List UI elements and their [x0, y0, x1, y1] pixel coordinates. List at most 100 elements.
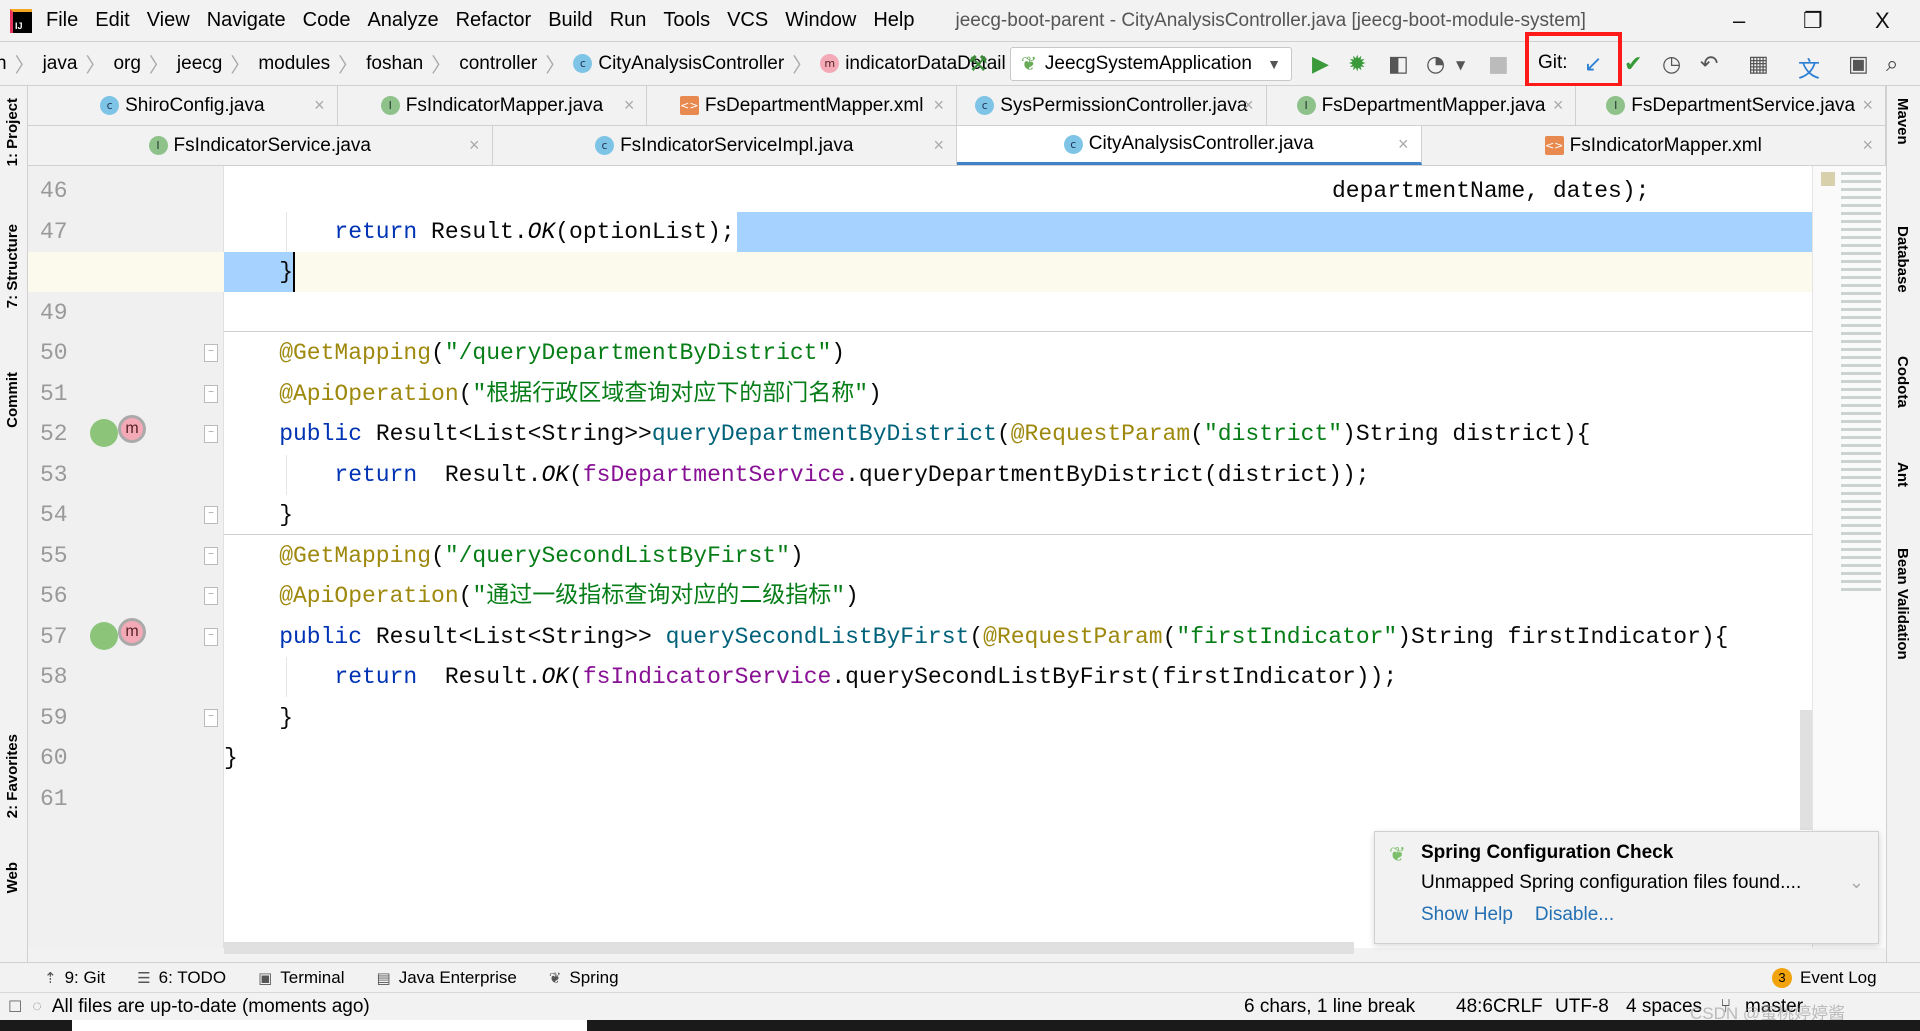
tab-fsdepartmentservice-java[interactable]: I FsDepartmentService.java ×: [1576, 86, 1887, 125]
close-tab-icon[interactable]: ×: [314, 95, 325, 116]
menu-build[interactable]: Build: [548, 9, 592, 32]
tab-fsdepartmentmapper-java[interactable]: I FsDepartmentMapper.java ×: [1267, 86, 1577, 125]
fold-marker-icon[interactable]: −: [204, 627, 218, 646]
tool-window-todo[interactable]: ☰ 6: TODO: [137, 968, 226, 988]
tool-beanvalidation[interactable]: Bean Validation: [1894, 548, 1911, 660]
history-icon[interactable]: ◷: [1662, 52, 1681, 77]
translate-icon[interactable]: 文: [1798, 52, 1820, 84]
fold-marker-icon[interactable]: −: [204, 384, 218, 403]
menu-vcs[interactable]: VCS: [727, 9, 768, 32]
file-encoding[interactable]: UTF-8: [1555, 996, 1609, 1018]
close-button[interactable]: X: [1875, 8, 1890, 34]
tab-fsindicatormapper-xml[interactable]: <> FsIndicatorMapper.xml ×: [1422, 126, 1886, 165]
code-token-it: OK: [527, 218, 556, 245]
fold-marker-icon[interactable]: −: [204, 425, 218, 443]
debug-icon[interactable]: ✹: [1348, 52, 1366, 77]
breadcrumb-item[interactable]: jeecg: [177, 53, 222, 75]
fold-marker-icon[interactable]: −: [204, 587, 218, 605]
menu-run[interactable]: Run: [610, 9, 647, 32]
close-tab-icon[interactable]: ×: [1553, 95, 1564, 116]
fold-marker-icon[interactable]: −: [204, 506, 218, 524]
tool-web[interactable]: Web: [4, 862, 21, 893]
tool-structure[interactable]: 7: Structure: [4, 224, 21, 308]
tool-window-spring[interactable]: ❦ Spring: [549, 968, 619, 988]
tool-favorites[interactable]: 2: Favorites: [4, 734, 21, 818]
minimize-button[interactable]: –: [1733, 8, 1745, 34]
breadcrumb-item[interactable]: controller: [459, 53, 537, 75]
event-log-button[interactable]: 3 Event Log: [1772, 967, 1877, 988]
close-tab-icon[interactable]: ×: [624, 95, 635, 116]
tool-window-java-enterprise[interactable]: ▤ Java Enterprise: [377, 968, 517, 988]
close-tab-icon[interactable]: ×: [1863, 95, 1874, 116]
tool-database[interactable]: Database: [1894, 226, 1911, 293]
breadcrumb-item[interactable]: c CityAnalysisController: [573, 53, 784, 75]
tool-maven[interactable]: Maven: [1894, 98, 1911, 145]
tool-window-git[interactable]: ⇡ 9: Git: [44, 968, 105, 988]
close-tab-icon[interactable]: ×: [933, 135, 944, 156]
spring-web-endpoint-icon[interactable]: [90, 419, 118, 447]
menu-help[interactable]: Help: [873, 9, 914, 32]
breadcrumb-item[interactable]: modules: [258, 53, 330, 75]
menu-file[interactable]: File: [46, 9, 78, 32]
menu-edit[interactable]: Edit: [95, 9, 129, 32]
menu-analyze[interactable]: Analyze: [367, 9, 438, 32]
breadcrumb-item[interactable]: java: [43, 53, 78, 75]
menu-tools[interactable]: Tools: [663, 9, 710, 32]
run-icon[interactable]: ▶: [1312, 52, 1329, 77]
show-help-link[interactable]: Show Help: [1421, 904, 1513, 925]
fold-marker-icon[interactable]: −: [204, 344, 218, 362]
toggle-tool-windows-icon[interactable]: ☐: [8, 997, 22, 1016]
line-separator[interactable]: CRLF: [1493, 996, 1543, 1018]
method-mapping-icon[interactable]: m: [118, 415, 146, 443]
tab-fsdepartmentmapper-xml[interactable]: <> FsDepartmentMapper.xml ×: [647, 86, 958, 125]
spring-web-endpoint-icon[interactable]: [90, 621, 118, 650]
menu-refactor[interactable]: Refactor: [456, 9, 532, 32]
close-tab-icon[interactable]: ×: [934, 95, 945, 116]
rollback-icon[interactable]: ↶: [1700, 52, 1718, 77]
build-hammer-icon[interactable]: ⚒: [968, 52, 988, 77]
chevron-down-icon[interactable]: ⌄: [1849, 872, 1864, 893]
tool-commit[interactable]: Commit: [4, 372, 21, 428]
tab-fsindicatorserviceimpl-java[interactable]: c FsIndicatorServiceImpl.java ×: [493, 126, 957, 165]
close-tab-icon[interactable]: ×: [469, 135, 480, 156]
breadcrumb-item[interactable]: org: [113, 53, 140, 75]
tool-codota[interactable]: Codota: [1894, 356, 1911, 408]
coverage-icon[interactable]: ◧: [1388, 52, 1409, 77]
disable-link[interactable]: Disable...: [1535, 904, 1614, 925]
menu-window[interactable]: Window: [785, 9, 856, 32]
tab-fsindicatorservice-java[interactable]: I FsIndicatorService.java ×: [28, 126, 493, 165]
menu-navigate[interactable]: Navigate: [207, 9, 286, 32]
breadcrumb-item[interactable]: foshan: [366, 53, 423, 75]
git-commit-icon[interactable]: ✔: [1624, 52, 1642, 77]
close-tab-icon[interactable]: ×: [1862, 135, 1873, 156]
notification-title: Spring Configuration Check: [1421, 842, 1674, 863]
restore-button[interactable]: ❐: [1803, 8, 1823, 34]
profile-icon[interactable]: ◔: [1426, 52, 1445, 77]
fold-marker-icon[interactable]: −: [204, 546, 218, 565]
breadcrumb-item[interactable]: n: [0, 53, 7, 75]
vertical-scrollbar[interactable]: [1800, 710, 1812, 830]
close-tab-icon[interactable]: ×: [1398, 134, 1409, 155]
java-enterprise-icon: ▤: [376, 968, 391, 987]
tab-fsindicatormapper-java[interactable]: I FsIndicatorMapper.java ×: [338, 86, 648, 125]
caret-position[interactable]: 48:6: [1456, 996, 1493, 1018]
tab-cityanalysiscontroller-java[interactable]: c CityAnalysisController.java ×: [957, 126, 1422, 165]
tab-syspermissioncontroller-java[interactable]: c SysPermissionController.java ×: [957, 86, 1267, 125]
close-tab-icon[interactable]: ×: [1243, 95, 1254, 116]
horizontal-scrollbar[interactable]: [224, 942, 1354, 954]
tool-project[interactable]: 1: Project: [4, 98, 21, 166]
chevron-down-icon[interactable]: ▼: [1456, 58, 1465, 72]
method-mapping-icon[interactable]: m: [118, 617, 146, 646]
stop-icon[interactable]: ■: [1488, 52, 1509, 77]
run-window-icon[interactable]: ▣: [1848, 52, 1869, 77]
tool-window-terminal[interactable]: ▣ Terminal: [258, 968, 344, 988]
tab-shiroconfig-java[interactable]: c ShiroConfig.java ×: [28, 86, 338, 125]
menu-view[interactable]: View: [147, 9, 190, 32]
code-token-kw: return: [334, 461, 445, 488]
menu-code[interactable]: Code: [303, 9, 351, 32]
run-configuration-select[interactable]: ❦ JeecgSystemApplication ▼: [1010, 47, 1292, 81]
project-structure-icon[interactable]: ▦: [1748, 52, 1769, 77]
fold-marker-icon[interactable]: −: [204, 708, 218, 727]
search-icon[interactable]: ⌕: [1886, 52, 1898, 77]
tool-ant[interactable]: Ant: [1894, 462, 1911, 487]
